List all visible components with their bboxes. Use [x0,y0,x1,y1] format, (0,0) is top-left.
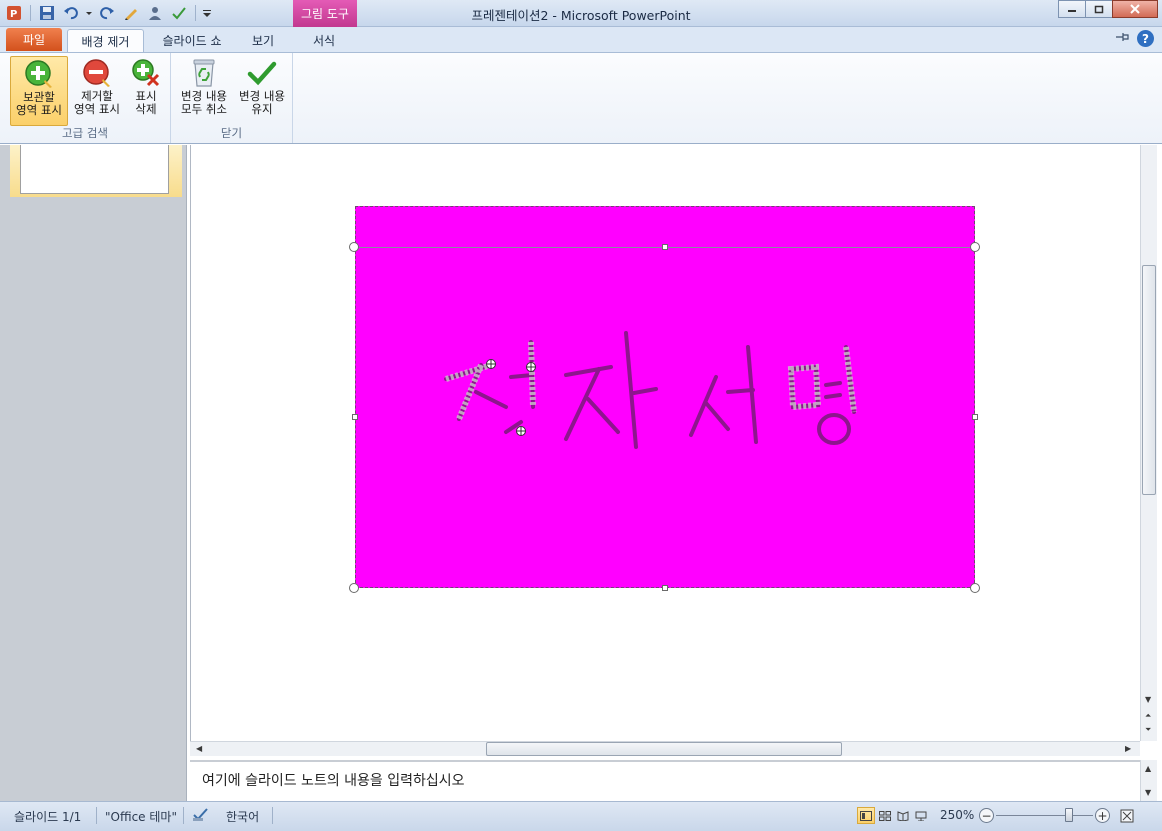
checkmark-icon [245,56,279,90]
group-refine: 보관할 영역 표시 제거할 영역 표시 표시 삭제 고급 검색 [0,53,171,143]
mark-keep-label-2: 영역 표시 [16,103,62,117]
minus-red-icon [80,56,114,90]
vertical-scroll-thumb[interactable] [1142,265,1156,495]
status-separator [96,807,97,824]
fit-to-window-icon[interactable] [1118,807,1136,824]
delete-mark-button[interactable]: 표시 삭제 [126,56,166,126]
delete-mark-label-2: 삭제 [135,102,157,116]
resize-handle-top-left[interactable] [349,242,359,252]
resize-handle-top-right[interactable] [970,242,980,252]
tab-slide-show[interactable]: 슬라이드 쇼 [150,29,234,52]
notes-pane[interactable]: 여기에 슬라이드 노트의 내용을 입력하십시오 [190,760,1140,801]
zoom-level[interactable]: 250% [940,808,974,822]
help-icon[interactable]: ? [1137,30,1154,47]
minimize-button[interactable] [1058,0,1086,18]
title-bar: P 프레젠테이션2 - Microsoft PowerPoint [0,0,1162,27]
slide-show-view-icon[interactable] [912,807,930,824]
slide-count: 슬라이드 1/1 [14,810,82,824]
next-slide-icon[interactable]: ⏷ [1145,725,1151,735]
zoom-out-icon[interactable]: − [979,808,994,823]
notes-placeholder: 여기에 슬라이드 노트의 내용을 입력하십시오 [202,773,465,789]
theme-name[interactable]: "Office 테마" [105,808,177,825]
horizontal-scrollbar[interactable]: ◀ ▶ [190,741,1140,756]
ribbon: 보관할 영역 표시 제거할 영역 표시 표시 삭제 고급 검색 변경 내용 모두… [0,52,1162,144]
status-separator [272,807,273,824]
scroll-right-icon[interactable]: ▶ [1125,744,1131,753]
notes-scroll-up-icon[interactable]: ▲ [1145,764,1151,773]
language[interactable]: 한국어 [226,808,259,825]
slide-thumbnail[interactable] [20,145,169,194]
plus-green-icon [22,57,56,91]
group-close: 변경 내용 모두 취소 변경 내용 유지 닫기 [171,53,293,143]
slides-pane [0,145,187,801]
ribbon-tab-row: 파일 배경 제거 슬라이드 쇼 보기 서식 ? [0,27,1162,79]
mark-areas-to-keep-button[interactable]: 보관할 영역 표시 [10,56,68,126]
mark-remove-label-2: 영역 표시 [74,102,120,116]
zoom-in-icon[interactable]: + [1095,808,1110,823]
tab-remove-background[interactable]: 배경 제거 [67,29,144,52]
keep-label-2: 유지 [251,102,273,116]
previous-slide-icon[interactable]: ⏶ [1145,711,1151,721]
slide-sorter-view-icon[interactable] [876,807,894,824]
scroll-left-icon[interactable]: ◀ [196,744,202,753]
window-title: 프레젠테이션2 - Microsoft PowerPoint [471,8,691,23]
resize-handle-top[interactable] [662,244,668,250]
status-bar: 슬라이드 1/1 "Office 테마" 한국어 250% − + [0,801,1162,831]
pin-ribbon-icon[interactable] [1115,31,1129,46]
keep-changes-button[interactable]: 변경 내용 유지 [234,56,290,126]
group-close-label: 닫기 [220,126,243,140]
group-refine-label: 고급 검색 [62,126,108,140]
zoom-slider-thumb[interactable] [1065,808,1073,822]
notes-scroll-down-icon[interactable]: ▼ [1145,788,1151,797]
tab-file[interactable]: 파일 [6,28,62,51]
window-controls [1058,0,1158,18]
tab-view[interactable]: 보기 [240,29,286,52]
notes-scrollbar[interactable]: ▲ ▼ [1140,760,1157,801]
mark-areas-to-remove-button[interactable]: 제거할 영역 표시 [70,56,124,126]
restore-button[interactable] [1085,0,1113,18]
vertical-scrollbar[interactable]: ▼ ⏶ ⏷ [1140,145,1157,741]
proofing-icon[interactable] [192,806,210,825]
close-button[interactable] [1112,0,1158,18]
discard-label-2: 모두 취소 [181,102,227,116]
resize-handle-left[interactable] [352,414,358,420]
tab-row-right: ? [1115,30,1154,47]
zoom-slider-track[interactable] [996,815,1093,816]
handwritten-signature [444,331,857,449]
resize-handle-right[interactable] [972,414,978,420]
status-separator [183,807,184,824]
scroll-down-icon[interactable]: ▼ [1145,695,1151,704]
delete-mark-icon [129,56,163,90]
resize-handle-bottom-right[interactable] [970,583,980,593]
resize-handle-bottom[interactable] [662,585,668,591]
resize-handle-bottom-left[interactable] [349,583,359,593]
recycle-bin-icon [187,56,221,90]
picture-remove-background[interactable] [355,206,975,588]
normal-view-icon[interactable] [857,807,875,824]
discard-all-changes-button[interactable]: 변경 내용 모두 취소 [176,56,232,126]
tab-format[interactable]: 서식 [300,29,348,52]
horizontal-scroll-thumb[interactable] [486,742,842,756]
picture-tools-context-tab: 그림 도구 [293,0,357,27]
reading-view-icon[interactable] [894,807,912,824]
